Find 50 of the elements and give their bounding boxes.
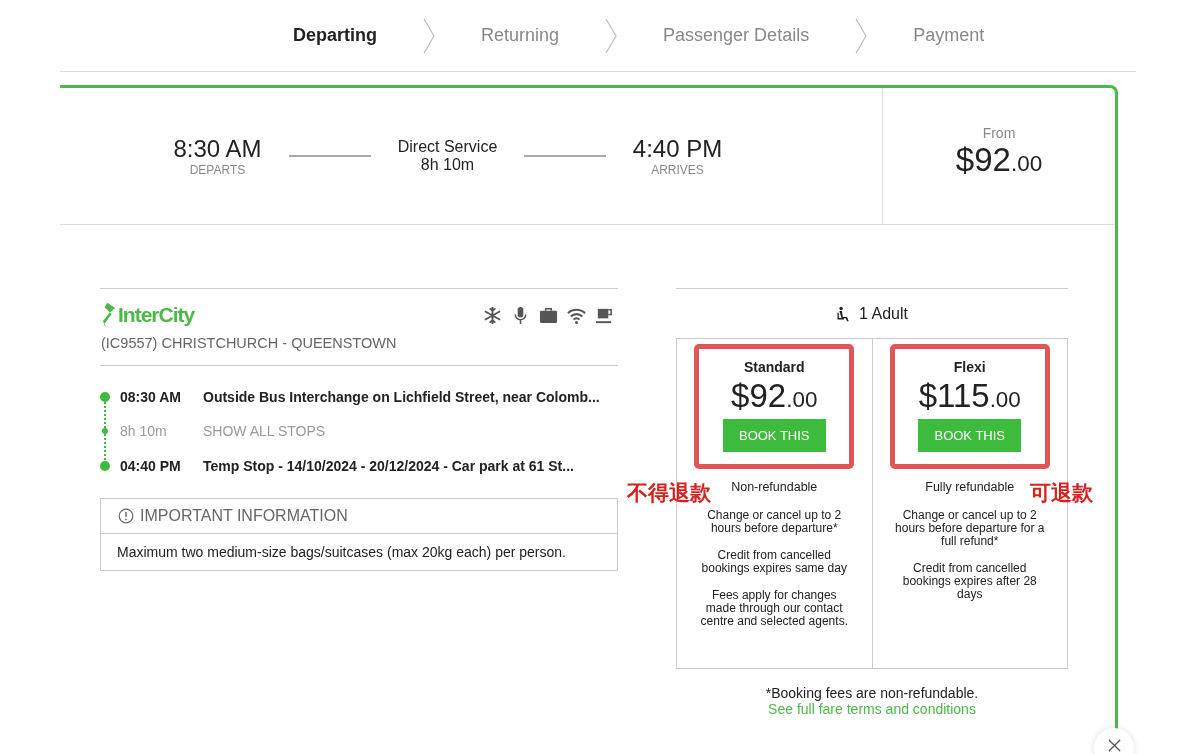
- step-tab[interactable]: Returning: [475, 25, 566, 46]
- annotation-text: 不得退款: [627, 479, 711, 507]
- fare-note: Credit from cancelled bookings expires after 28 days: [901, 561, 1038, 601]
- briefcase-icon: [539, 305, 558, 325]
- stop-time: 08:30 AM: [120, 388, 182, 405]
- info-title: IMPORTANT INFORMATION: [140, 507, 348, 525]
- service-text: Direct Service: [397, 138, 498, 156]
- annotation-text: 可退款: [1030, 479, 1093, 507]
- stop-name: Temp Stop - 14/10/2024 - 20/12/2024 - Car park at 61 St...: [203, 457, 574, 474]
- price-text: $92.00: [955, 141, 1043, 179]
- close-icon: [1107, 738, 1121, 752]
- step-tab[interactable]: Departing: [287, 25, 383, 46]
- fare-note: Fees apply for changes made through our contact centre and selected agents.: [699, 588, 849, 628]
- snowflake-icon: [483, 305, 502, 325]
- timeline-dot: [102, 428, 108, 434]
- time-label: DEPARTS: [189, 163, 246, 177]
- stop-dot: [100, 391, 110, 402]
- fare-price: $92.00: [731, 377, 818, 415]
- fare-price: $115.00: [918, 377, 1021, 415]
- book-button[interactable]: BOOK THIS: [722, 419, 826, 452]
- terms-link[interactable]: See full fare terms and conditions: [768, 701, 976, 717]
- step-tab[interactable]: Payment: [907, 25, 991, 46]
- time-label: ARRIVES: [651, 163, 704, 177]
- passenger-count: 1 Adult: [859, 305, 908, 323]
- footnote-text: *Booking fees are non-refundable.: [765, 685, 979, 701]
- duration-text: 8h 10m: [120, 423, 168, 439]
- refund-text: Non-refundable: [731, 480, 818, 494]
- step-tab[interactable]: Passenger Details: [657, 25, 816, 46]
- show-stops-link[interactable]: SHOW ALL STOPS: [203, 423, 326, 439]
- stop-dot: [100, 460, 110, 471]
- time-text: 4:40 PM: [632, 135, 723, 163]
- stop-time: 04:40 PM: [120, 457, 182, 474]
- from-label: From: [982, 125, 1016, 141]
- fare-name: Standard: [743, 359, 805, 375]
- logo-text: InterCity: [118, 303, 195, 327]
- fare-note: Credit from cancelled bookings expires same day: [700, 548, 848, 575]
- route-text: (IC9557) CHRISTCHURCH - QUEENSTOWN: [100, 329, 618, 366]
- book-button[interactable]: BOOK THIS: [918, 419, 1022, 452]
- refund-text: Fully refundable: [925, 480, 1015, 494]
- info-icon: [118, 508, 134, 524]
- fare-name: Flexi: [953, 359, 986, 375]
- time-text: 8:30 AM: [173, 135, 262, 163]
- chevron-icon: [605, 17, 618, 54]
- stop-name: Outside Bus Interchange on Lichfield Street, near Colomb...: [203, 388, 600, 405]
- fare-note: Change or cancel up to 2 hours before departure for a full refund*: [894, 509, 1046, 548]
- info-text: Maximum two medium-size bags/suitcases (max 20kg each) per person.: [116, 543, 567, 562]
- fare-note: Change or cancel up to 2 hours before departure*: [706, 509, 843, 535]
- chevron-icon: [855, 17, 868, 54]
- duration-text: 8h 10m: [420, 156, 475, 174]
- chevron-icon: [423, 17, 435, 54]
